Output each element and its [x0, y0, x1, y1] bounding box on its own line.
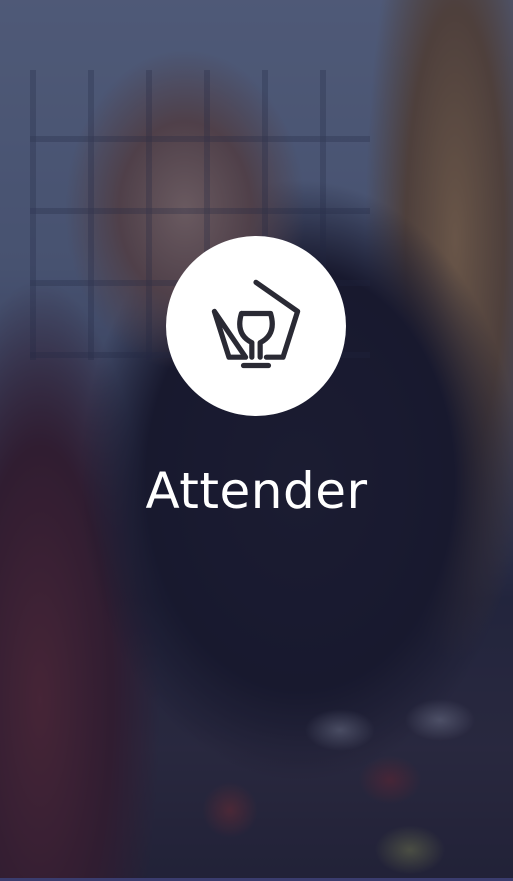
- pentagon-glass-icon: [211, 279, 301, 369]
- splash-screen: Attender: [0, 0, 513, 881]
- app-logo: [166, 236, 346, 416]
- app-title: Attender: [145, 462, 368, 520]
- background-overlay: [0, 0, 513, 881]
